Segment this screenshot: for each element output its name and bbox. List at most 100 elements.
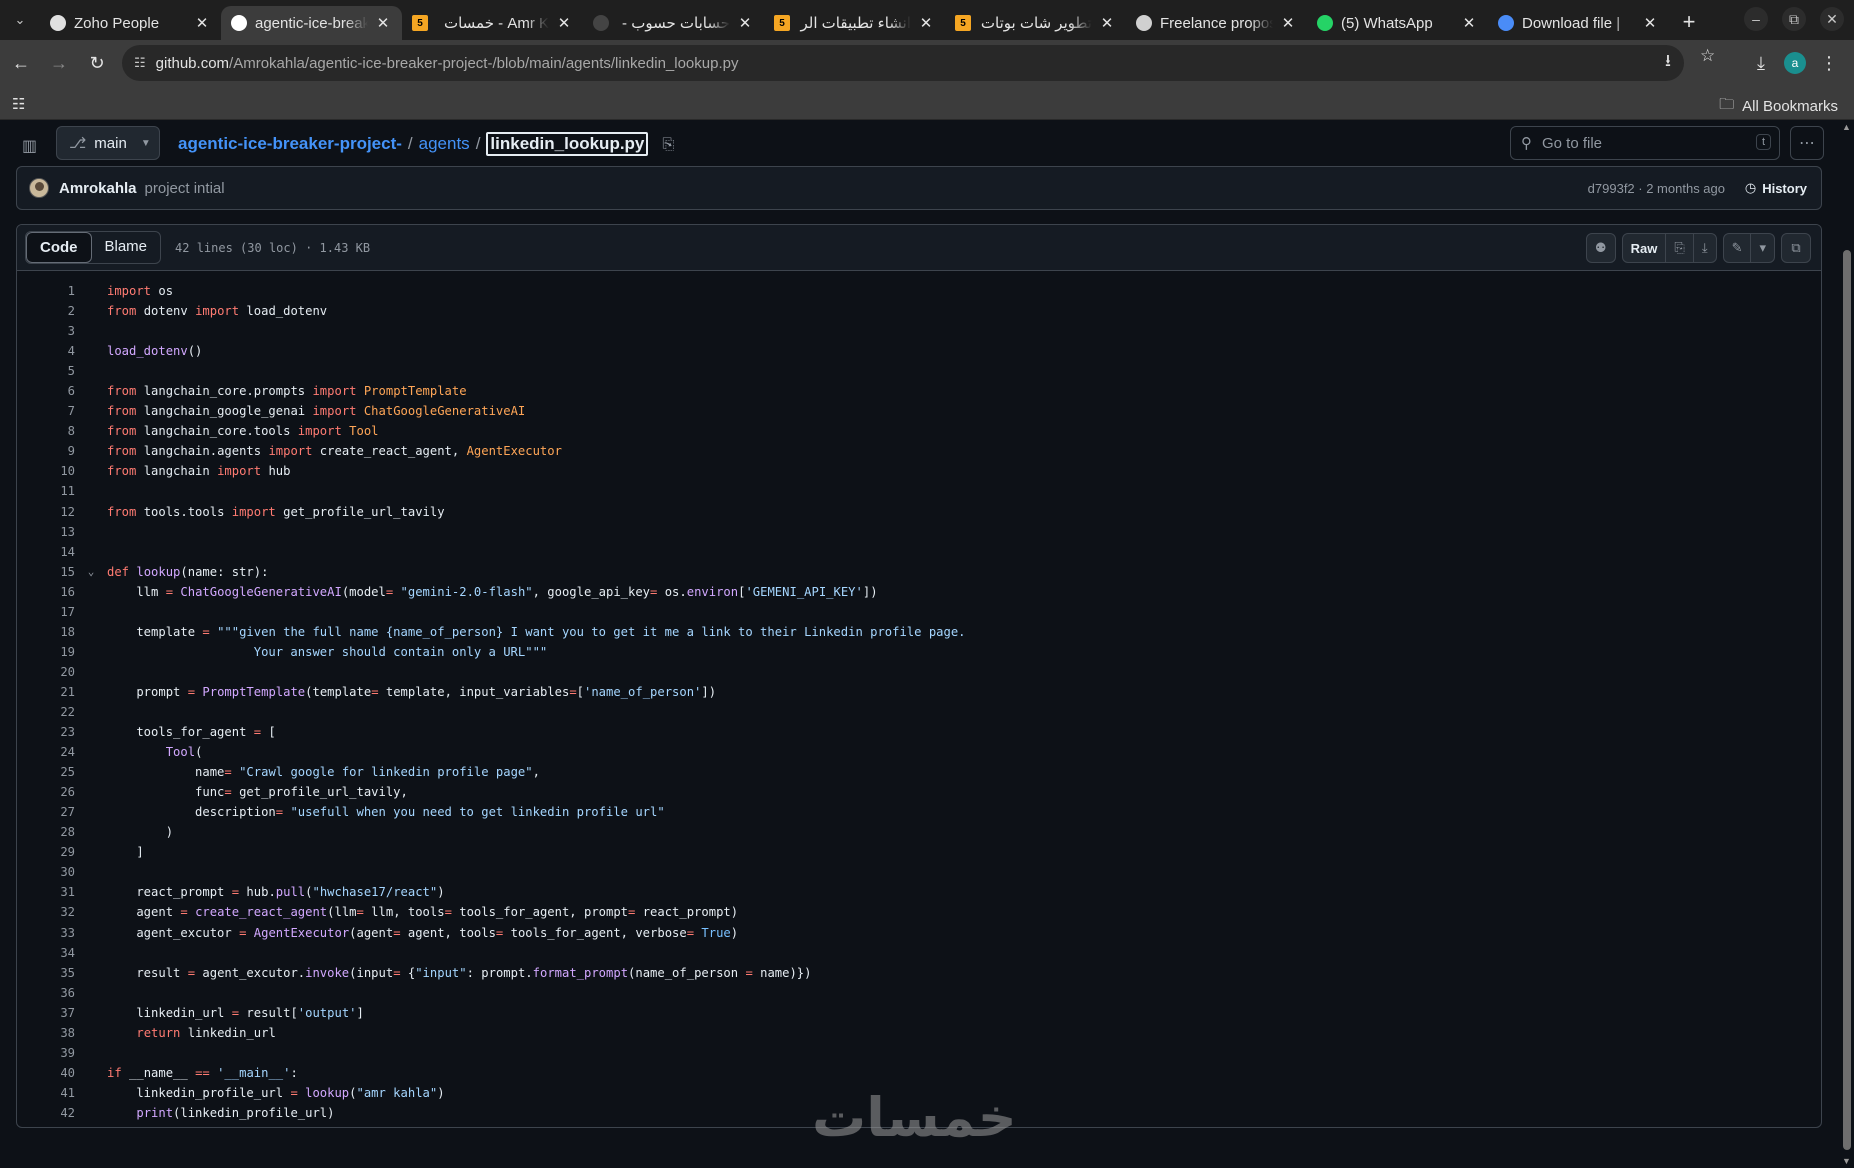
profile-avatar[interactable]: a [1778, 46, 1812, 80]
scrollbar-thumb[interactable] [1843, 250, 1851, 1150]
line-number[interactable]: 40 [17, 1066, 75, 1080]
tab-close-icon[interactable]: ✕ [736, 14, 754, 32]
commit-message[interactable]: project intial [145, 180, 225, 197]
line-number[interactable]: 24 [17, 745, 75, 759]
back-arrow-icon[interactable]: ← [4, 46, 38, 80]
download-raw-icon[interactable]: ⤓ [1694, 234, 1716, 262]
line-number[interactable]: 33 [17, 926, 75, 940]
browser-tab[interactable]: Freelance proposal ✕ [1126, 6, 1307, 40]
branch-selector-button[interactable]: ⎇ main ▼ [56, 126, 160, 160]
browser-tab[interactable]: 5 تطوير شات بوتات ✕ [945, 6, 1126, 40]
tab-close-icon[interactable]: ✕ [193, 14, 211, 32]
line-number[interactable]: 28 [17, 825, 75, 839]
copy-path-icon[interactable]: ⎘ [662, 136, 674, 153]
line-number[interactable]: 4 [17, 344, 75, 358]
edit-pencil-icon[interactable]: ✎ [1724, 234, 1752, 262]
commit-meta[interactable]: d7993f2 · 2 months ago [1588, 181, 1725, 196]
line-number[interactable]: 19 [17, 645, 75, 659]
history-button[interactable]: ◷ History [1745, 180, 1807, 196]
line-number[interactable]: 26 [17, 785, 75, 799]
line-number[interactable]: 41 [17, 1086, 75, 1100]
copilot-icon[interactable]: ⚉ [1585, 233, 1616, 263]
tab-close-icon[interactable]: ✕ [1641, 14, 1659, 32]
breadcrumb-dir-link[interactable]: agents [419, 134, 470, 154]
new-tab-plus-icon[interactable]: + [1673, 6, 1705, 38]
tab-close-icon[interactable]: ✕ [1279, 14, 1297, 32]
line-number[interactable]: 20 [17, 665, 75, 679]
forward-arrow-icon[interactable]: → [42, 46, 76, 80]
browser-tab[interactable]: 5 Amr K - خمسات ✕ [402, 6, 583, 40]
browser-tab[interactable]: Download file | ✕ [1488, 6, 1669, 40]
page-scrollbar[interactable]: ▲ ▼ [1840, 120, 1854, 1168]
line-number[interactable]: 30 [17, 865, 75, 879]
line-number[interactable]: 12 [17, 505, 75, 519]
edit-dropdown-caret-icon[interactable]: ▾ [1751, 234, 1774, 262]
site-info-icon[interactable]: ☷ [134, 55, 146, 71]
tab-close-icon[interactable]: ✕ [1460, 14, 1478, 32]
tab-code[interactable]: Code [26, 232, 92, 263]
line-number[interactable]: 29 [17, 845, 75, 859]
line-number[interactable]: 36 [17, 986, 75, 1000]
line-number[interactable]: 37 [17, 1006, 75, 1020]
line-number[interactable]: 39 [17, 1046, 75, 1060]
symbols-panel-icon[interactable]: ⧉ [1781, 233, 1811, 263]
browser-menu-icon[interactable]: ⋮ [1812, 46, 1846, 80]
browser-tab[interactable]: Zoho People ✕ [40, 6, 221, 40]
raw-button[interactable]: Raw [1623, 234, 1667, 262]
line-number[interactable]: 8 [17, 424, 75, 438]
browser-tab[interactable]: حسابات حسوب - ✕ [583, 6, 764, 40]
tab-close-icon[interactable]: ✕ [555, 14, 573, 32]
browser-tab[interactable]: agentic-ice-breaker-project ✕ [221, 6, 402, 40]
bookmark-star-icon[interactable]: ☆ [1700, 46, 1715, 66]
avatar[interactable] [29, 178, 49, 198]
copy-raw-icon[interactable]: ⎘ [1666, 234, 1694, 262]
browser-tab[interactable]: (5) WhatsApp ✕ [1307, 6, 1488, 40]
more-options-icon[interactable]: ⋯ [1790, 126, 1824, 160]
line-number[interactable]: 11 [17, 484, 75, 498]
line-number[interactable]: 17 [17, 605, 75, 619]
tab-close-icon[interactable]: ✕ [917, 14, 935, 32]
line-number[interactable]: 35 [17, 966, 75, 980]
line-number[interactable]: 22 [17, 705, 75, 719]
tab-close-icon[interactable]: ✕ [374, 14, 392, 32]
line-number[interactable]: 2 [17, 304, 75, 318]
line-number[interactable]: 18 [17, 625, 75, 639]
commit-author[interactable]: Amrokahla [59, 180, 137, 197]
apps-grid-icon[interactable]: ☷ [12, 95, 25, 113]
tab-search-chevron-icon[interactable]: ⌄ [0, 0, 40, 40]
sidebar-toggle-icon[interactable]: ▥ [22, 136, 46, 160]
line-number[interactable]: 3 [17, 324, 75, 338]
line-number[interactable]: 31 [17, 885, 75, 899]
go-to-file-input[interactable]: ⚲ Go to file t [1510, 126, 1780, 160]
scroll-up-arrow-icon[interactable]: ▲ [1842, 122, 1851, 132]
line-number[interactable]: 23 [17, 725, 75, 739]
scroll-down-arrow-icon[interactable]: ▼ [1842, 1156, 1851, 1166]
line-number[interactable]: 21 [17, 685, 75, 699]
breadcrumb-repo-link[interactable]: agentic-ice-breaker-project- [178, 134, 402, 154]
close-window-icon[interactable]: ✕ [1820, 7, 1844, 31]
downloads-icon[interactable]: ⤓ [1744, 46, 1778, 80]
install-app-icon[interactable]: ⭳ [1665, 48, 1671, 77]
line-number[interactable]: 14 [17, 545, 75, 559]
line-number[interactable]: 7 [17, 404, 75, 418]
line-number[interactable]: 27 [17, 805, 75, 819]
tab-close-icon[interactable]: ✕ [1098, 14, 1116, 32]
fold-chevron-icon[interactable]: ⌄ [75, 565, 107, 578]
line-number[interactable]: 13 [17, 525, 75, 539]
restore-icon[interactable]: ⧉ [1782, 7, 1806, 31]
line-number[interactable]: 15 [17, 565, 75, 579]
reload-icon[interactable]: ↻ [80, 46, 114, 80]
tab-blame[interactable]: Blame [92, 232, 161, 263]
line-number[interactable]: 5 [17, 364, 75, 378]
minimize-icon[interactable]: – [1744, 7, 1768, 31]
line-number[interactable]: 34 [17, 946, 75, 960]
line-number[interactable]: 10 [17, 464, 75, 478]
line-number[interactable]: 6 [17, 384, 75, 398]
line-number[interactable]: 16 [17, 585, 75, 599]
line-number[interactable]: 32 [17, 905, 75, 919]
address-bar[interactable]: ☷ github.com/Amrokahla/agentic-ice-break… [122, 45, 1684, 81]
browser-tab[interactable]: 5 انشاء تطبيقات الر ✕ [764, 6, 945, 40]
line-number[interactable]: 1 [17, 284, 75, 298]
line-number[interactable]: 42 [17, 1106, 75, 1120]
line-number[interactable]: 25 [17, 765, 75, 779]
